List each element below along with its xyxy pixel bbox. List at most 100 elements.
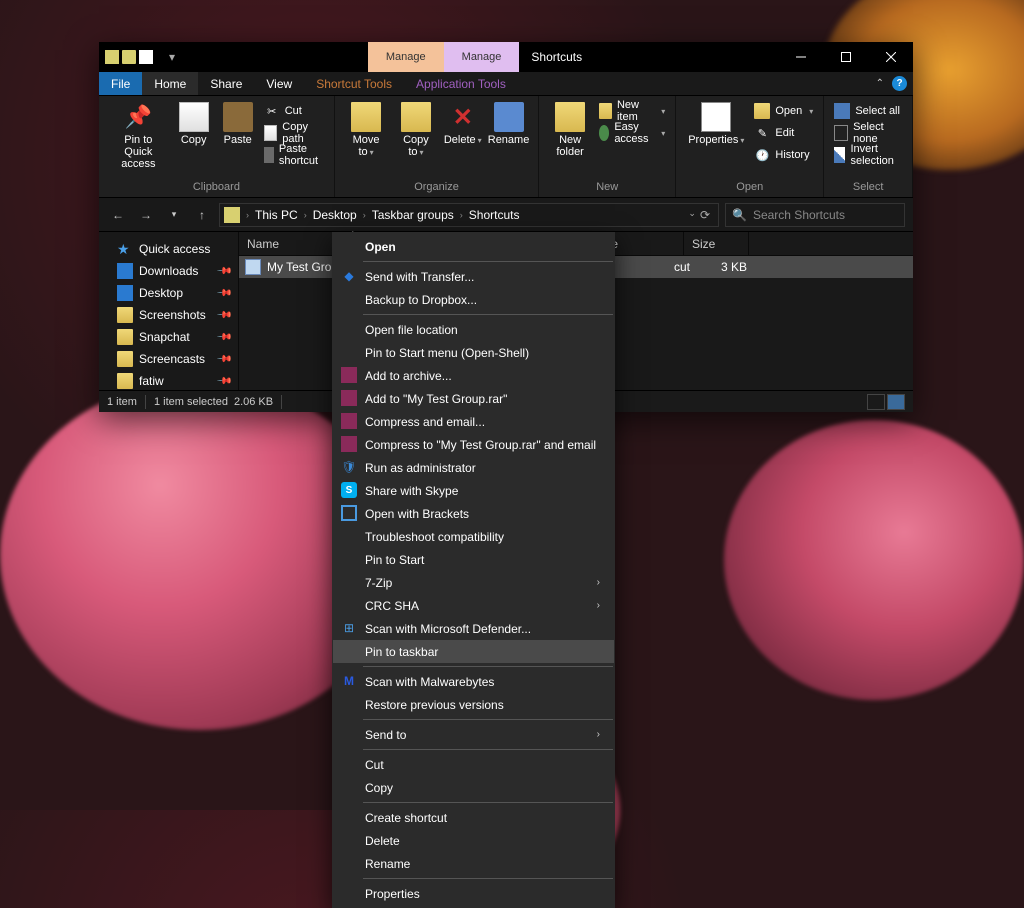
ribbon-group-clipboard: Clipboard <box>99 181 334 197</box>
ctx-create-shortcut[interactable]: Create shortcut <box>333 806 614 829</box>
contextual-tab-shortcut[interactable]: Manage <box>368 42 444 72</box>
new-item-button[interactable]: New item▾ <box>595 100 669 122</box>
delete-button[interactable]: ✕ Delete▾ <box>441 100 485 148</box>
invert-selection-button[interactable]: Invert selection <box>830 144 906 166</box>
ctx-properties[interactable]: Properties <box>333 882 614 905</box>
move-to-button[interactable]: Move to▾ <box>341 100 391 160</box>
sidebar-item-downloads[interactable]: Downloads📌 <box>99 260 238 282</box>
chevron-right-icon[interactable]: › <box>244 210 251 220</box>
ctx-run-as-admin[interactable]: 🛡Run as administrator <box>333 456 614 479</box>
ctx-pin-to-start[interactable]: Pin to Start <box>333 548 614 571</box>
breadcrumb-item[interactable]: Shortcuts <box>465 208 524 222</box>
ctx-compress-rar-email[interactable]: Compress to "My Test Group.rar" and emai… <box>333 433 614 456</box>
chevron-right-icon[interactable]: › <box>302 210 309 220</box>
ctx-scan-malwarebytes[interactable]: MScan with Malwarebytes <box>333 670 614 693</box>
chevron-right-icon: › <box>597 600 600 611</box>
cut-button[interactable]: ✂Cut <box>260 100 328 122</box>
pin-to-quick-access-button[interactable]: 📌 Pin to Quick access <box>105 100 172 172</box>
desktop-icon <box>117 285 133 301</box>
up-button[interactable]: ↑ <box>191 204 213 226</box>
ctx-7zip[interactable]: 7-Zip› <box>333 571 614 594</box>
ctx-troubleshoot[interactable]: Troubleshoot compatibility <box>333 525 614 548</box>
download-icon <box>117 263 133 279</box>
ctx-copy[interactable]: Copy <box>333 776 614 799</box>
chevron-right-icon[interactable]: › <box>458 210 465 220</box>
ctx-compress-email[interactable]: Compress and email... <box>333 410 614 433</box>
back-button[interactable]: ← <box>107 204 129 226</box>
thumbnails-view-button[interactable] <box>887 394 905 410</box>
ctx-delete[interactable]: Delete <box>333 829 614 852</box>
search-input[interactable]: 🔍 Search Shortcuts <box>725 203 905 227</box>
pin-icon: 📌 <box>215 285 232 302</box>
ctx-share-skype[interactable]: SShare with Skype <box>333 479 614 502</box>
ctx-restore-prev[interactable]: Restore previous versions <box>333 693 614 716</box>
ctx-cut[interactable]: Cut <box>333 753 614 776</box>
sidebar-item-snapchat[interactable]: Snapchat📌 <box>99 326 238 348</box>
ctx-crc-sha[interactable]: CRC SHA› <box>333 594 614 617</box>
breadcrumb-dropdown-icon[interactable]: ⌄ <box>688 208 696 222</box>
chevron-right-icon[interactable]: › <box>361 210 368 220</box>
ctx-open-brackets[interactable]: Open with Brackets <box>333 502 614 525</box>
ctx-open[interactable]: Open <box>333 235 614 258</box>
properties-button[interactable]: Properties▾ <box>682 100 750 148</box>
maximize-button[interactable] <box>823 42 868 72</box>
tab-file[interactable]: File <box>99 72 142 95</box>
refresh-icon[interactable]: ⟳ <box>700 208 710 222</box>
breadcrumb-item[interactable]: Desktop <box>309 208 361 222</box>
new-folder-button[interactable]: New folder <box>545 100 595 160</box>
history-button[interactable]: 🕐History <box>750 144 817 166</box>
ctx-pin-start-openshell[interactable]: Pin to Start menu (Open-Shell) <box>333 341 614 364</box>
ctx-rename[interactable]: Rename <box>333 852 614 875</box>
ctx-backup-dropbox[interactable]: Backup to Dropbox... <box>333 288 614 311</box>
easy-access-button[interactable]: Easy access▾ <box>595 122 669 144</box>
rename-button[interactable]: Rename <box>485 100 532 148</box>
open-button[interactable]: Open▾ <box>750 100 817 122</box>
tab-home[interactable]: Home <box>142 72 198 95</box>
paste-shortcut-button[interactable]: Paste shortcut <box>260 144 328 166</box>
copy-button[interactable]: Copy <box>172 100 216 148</box>
copy-to-button[interactable]: Copy to▾ <box>391 100 440 160</box>
ctx-pin-to-taskbar[interactable]: Pin to taskbar <box>333 640 614 663</box>
edit-button[interactable]: ✎Edit <box>750 122 817 144</box>
sidebar-item-desktop[interactable]: Desktop📌 <box>99 282 238 304</box>
file-size: 3 KB <box>690 260 755 274</box>
tab-shortcut-tools[interactable]: Shortcut Tools <box>304 72 404 95</box>
breadcrumb-item[interactable]: This PC <box>251 208 302 222</box>
window-title: Shortcuts <box>519 42 594 72</box>
sidebar-item-fatiw[interactable]: fatiw📌 <box>99 370 238 390</box>
column-size[interactable]: Size <box>684 232 749 255</box>
recent-dropdown[interactable]: ▾ <box>163 204 185 226</box>
details-view-button[interactable] <box>867 394 885 410</box>
breadcrumb-item[interactable]: Taskbar groups <box>368 208 458 222</box>
sidebar-item-quick-access[interactable]: ★Quick access <box>99 238 238 260</box>
ctx-add-archive[interactable]: Add to archive... <box>333 364 614 387</box>
select-none-button[interactable]: Select none <box>830 122 906 144</box>
ctx-add-rar[interactable]: Add to "My Test Group.rar" <box>333 387 614 410</box>
tab-view[interactable]: View <box>254 72 304 95</box>
forward-button[interactable]: → <box>135 204 157 226</box>
brackets-icon <box>341 505 357 521</box>
minimize-button[interactable] <box>778 42 823 72</box>
close-button[interactable] <box>868 42 913 72</box>
ctx-scan-defender[interactable]: ⊞Scan with Microsoft Defender... <box>333 617 614 640</box>
paste-button[interactable]: Paste <box>216 100 260 148</box>
select-all-button[interactable]: Select all <box>830 100 906 122</box>
rename-icon <box>494 102 524 132</box>
sidebar-item-screenshots[interactable]: Screenshots📌 <box>99 304 238 326</box>
path-icon <box>264 125 278 141</box>
copy-path-button[interactable]: Copy path <box>260 122 328 144</box>
navigation-pane[interactable]: ★Quick access Downloads📌 Desktop📌 Screen… <box>99 232 239 390</box>
qat-dropdown-icon[interactable]: ▾ <box>166 51 178 63</box>
breadcrumb[interactable]: › This PC › Desktop › Taskbar groups › S… <box>219 203 719 227</box>
tab-application-tools[interactable]: Application Tools <box>404 72 518 95</box>
collapse-ribbon-icon[interactable]: ⌃ <box>876 78 884 89</box>
titlebar[interactable]: ▾ Manage Manage Shortcuts <box>99 42 913 72</box>
ctx-send-with-transfer[interactable]: ◆Send with Transfer... <box>333 265 614 288</box>
help-icon[interactable]: ? <box>892 76 907 91</box>
ctx-send-to[interactable]: Send to› <box>333 723 614 746</box>
contextual-tab-application[interactable]: Manage <box>444 42 520 72</box>
ctx-open-file-location[interactable]: Open file location <box>333 318 614 341</box>
tab-share[interactable]: Share <box>198 72 254 95</box>
sidebar-item-screencasts[interactable]: Screencasts📌 <box>99 348 238 370</box>
history-icon: 🕐 <box>754 147 770 163</box>
